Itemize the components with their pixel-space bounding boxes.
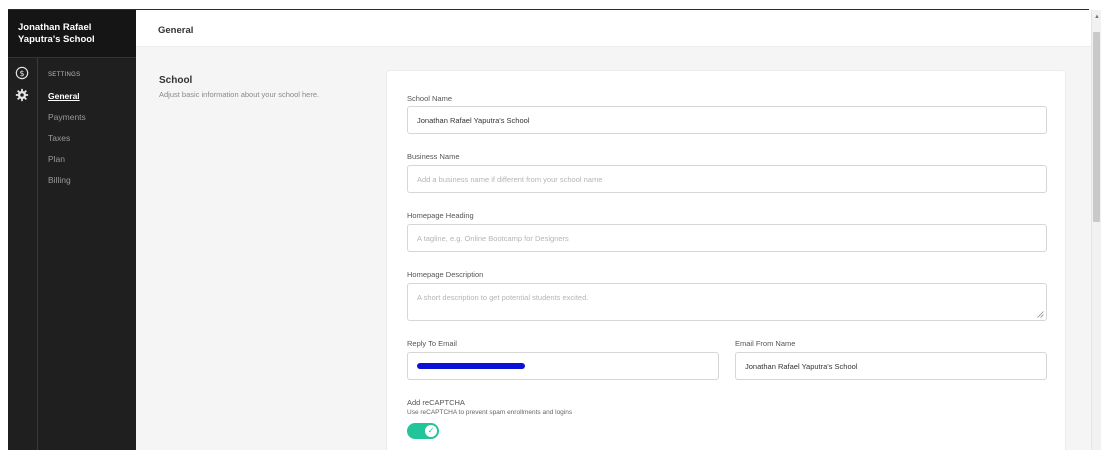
sidebar-item-billing[interactable]: Billing — [48, 174, 86, 195]
sidebar-item-taxes[interactable]: Taxes — [48, 132, 86, 153]
recaptcha-description: Use reCAPTCHA to prevent spam enrollment… — [407, 409, 573, 416]
homepage-description-textarea[interactable]: A short description to get potential stu… — [407, 283, 1047, 321]
reply-to-email-label: Reply To Email — [407, 339, 457, 348]
redacted-email — [417, 363, 525, 369]
business-name-input[interactable]: Add a business name if different from yo… — [407, 165, 1047, 193]
resize-handle-icon[interactable] — [1037, 311, 1044, 318]
section-title: School — [159, 75, 193, 86]
vertical-scrollbar[interactable]: ▲ — [1091, 10, 1101, 450]
icon-rail: $ — [8, 58, 38, 450]
homepage-description-label: Homepage Description — [407, 270, 484, 279]
settings-card: School Name Jonathan Rafael Yaputra's Sc… — [386, 70, 1066, 450]
business-name-label: Business Name — [407, 152, 460, 161]
settings-nav: SETTINGS General Payments Taxes Plan Bil… — [48, 72, 86, 195]
reply-to-email-input[interactable] — [407, 352, 719, 380]
top-bar: General — [136, 10, 1091, 47]
page-title: General — [158, 25, 194, 36]
homepage-description-placeholder: A short description to get potential stu… — [417, 293, 589, 302]
homepage-heading-input[interactable]: A tagline, e.g. Online Bootcamp for Desi… — [407, 224, 1047, 252]
school-name-label: School Name — [407, 94, 453, 103]
check-icon: ✓ — [425, 425, 437, 437]
school-name-input[interactable]: Jonathan Rafael Yaputra's School — [407, 106, 1047, 134]
sidebar: Jonathan Rafael Yaputra's School $ SETTI… — [8, 10, 136, 450]
scroll-up-arrow-icon[interactable]: ▲ — [1094, 14, 1100, 20]
settings-heading: SETTINGS — [48, 72, 81, 78]
email-from-name-input[interactable]: Jonathan Rafael Yaputra's School — [735, 352, 1047, 380]
homepage-heading-label: Homepage Heading — [407, 211, 474, 220]
section-description: Adjust basic information about your scho… — [159, 90, 320, 99]
email-from-name-label: Email From Name — [735, 339, 796, 348]
sidebar-item-general[interactable]: General — [48, 90, 86, 111]
sidebar-item-plan[interactable]: Plan — [48, 153, 86, 174]
svg-text:$: $ — [19, 69, 24, 78]
dollar-circle-icon[interactable]: $ — [15, 66, 29, 80]
school-header[interactable]: Jonathan Rafael Yaputra's School — [8, 10, 136, 58]
gear-icon[interactable] — [15, 88, 29, 102]
recaptcha-label: Add reCAPTCHA — [407, 398, 465, 407]
sidebar-item-payments[interactable]: Payments — [48, 111, 86, 132]
recaptcha-toggle[interactable]: ✓ — [407, 423, 439, 439]
scroll-thumb[interactable] — [1093, 32, 1100, 222]
school-name: Jonathan Rafael Yaputra's School — [18, 22, 95, 45]
main-content: School Adjust basic information about yo… — [136, 47, 1091, 450]
window-frame-left — [0, 10, 8, 450]
